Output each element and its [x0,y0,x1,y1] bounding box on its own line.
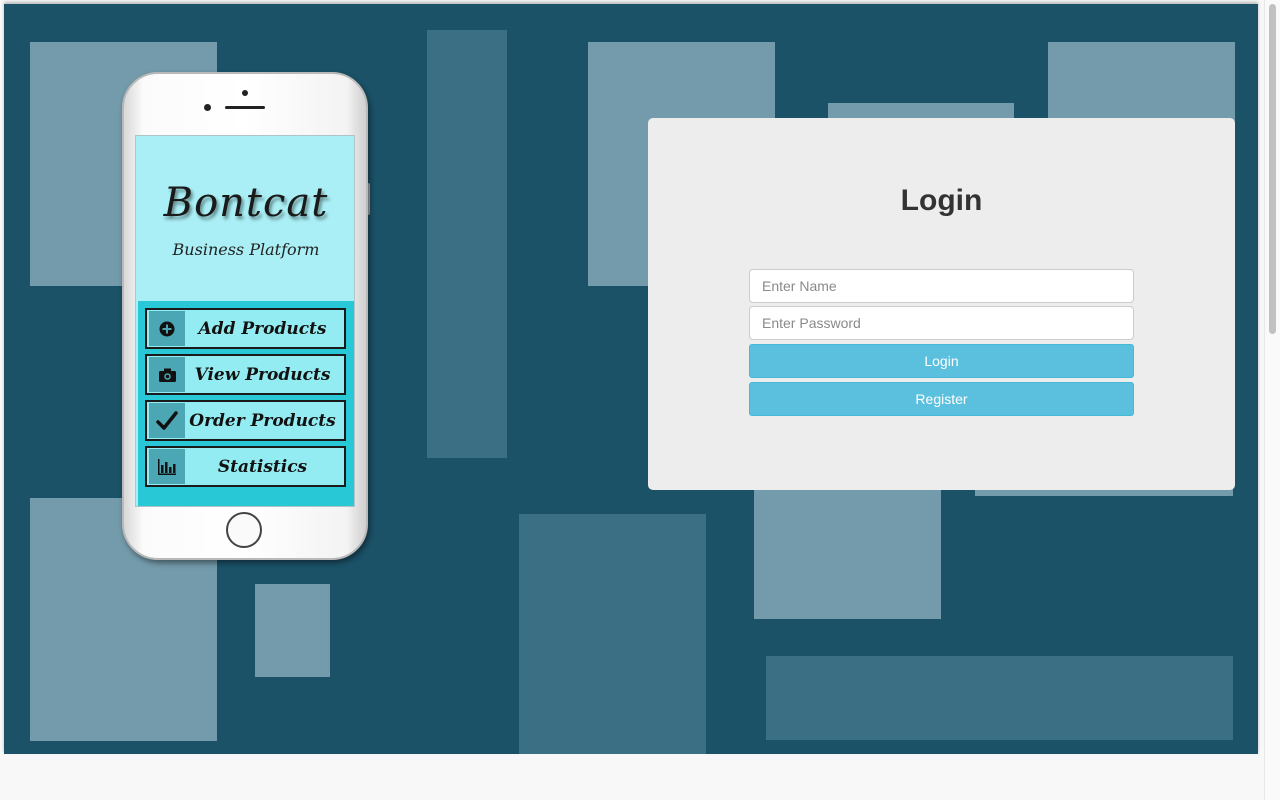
bg-decor-rect [427,30,507,458]
login-card: Login Login Register [648,118,1235,490]
phone-sensor [242,90,248,96]
bg-decor-rect [766,656,1233,740]
vertical-scrollbar[interactable] [1264,0,1280,800]
scrollbar-thumb[interactable] [1269,4,1276,334]
menu-item-statistics[interactable]: Statistics [145,446,346,487]
menu-item-add-products[interactable]: Add Products [145,308,346,349]
camera-icon [149,357,185,392]
phone-speaker [225,106,265,109]
phone-camera [204,104,211,111]
bar-chart-icon [149,449,185,484]
name-input[interactable] [749,269,1134,303]
bg-decor-rect [519,514,706,754]
menu-item-label: Order Products [189,410,336,431]
bg-decor-rect [255,584,330,677]
menu-item-label: Statistics [217,456,308,477]
phone-menu-panel: Add Products View Products Order Product… [138,301,354,506]
menu-item-view-products[interactable]: View Products [145,354,346,395]
menu-item-order-products[interactable]: Order Products [145,400,346,441]
menu-item-label: Add Products [198,318,327,339]
page-viewport: Bontcat Business Platform Add Products V… [0,0,1264,800]
bg-decor-rect [754,488,941,619]
plus-circle-icon [149,311,185,346]
phone-mockup: Bontcat Business Platform Add Products V… [122,72,368,560]
phone-home-button [226,512,262,548]
brand-tagline: Business Platform [172,240,320,259]
login-title: Login [900,184,983,217]
menu-item-label: View Products [194,364,331,385]
brand-name: Bontcat [163,180,329,226]
register-button[interactable]: Register [749,382,1134,416]
checkmark-icon [149,403,185,438]
login-button[interactable]: Login [749,344,1134,378]
bg-decor-rect [1048,42,1235,122]
password-input[interactable] [749,306,1134,340]
phone-screen: Bontcat Business Platform Add Products V… [135,135,355,507]
